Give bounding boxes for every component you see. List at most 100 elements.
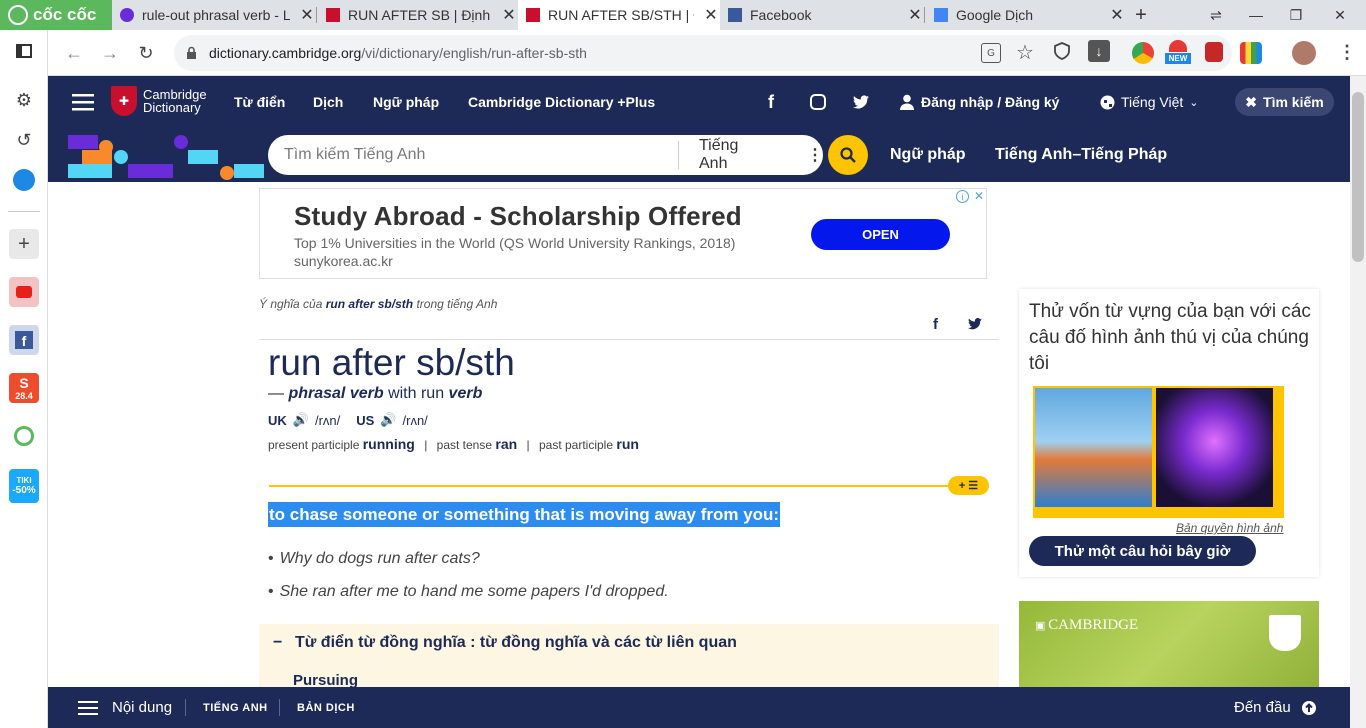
pos-label[interactable]: phrasal verb [288,385,383,402]
copyright-link[interactable]: Bản quyền hình ảnh [1176,521,1283,535]
coccoc-leaf-icon[interactable] [9,421,39,451]
close-tab-icon[interactable]: ✕ [906,5,924,25]
twitter-icon[interactable] [853,95,870,109]
new-ext-icon[interactable]: NEW [1165,40,1191,66]
messenger-icon[interactable] [9,165,39,195]
decorative-shapes [68,135,264,180]
search-submit-button[interactable] [828,135,868,175]
shield-icon[interactable] [1054,42,1070,60]
history-icon[interactable]: ↺ [9,125,39,155]
add-to-list-button[interactable]: + ☰ [948,476,989,495]
bullet: • [268,550,274,567]
menu-kebab-icon[interactable]: ⋮ [1338,42,1356,63]
url-bar[interactable]: dictionary.cambridge.org/vi/dictionary/e… [174,35,1232,71]
shopee-icon[interactable]: S 28.4 [9,373,39,403]
profile-avatar[interactable] [1292,41,1316,65]
login-label: Đăng nhập / Đăng ký [921,94,1060,110]
search-box: Tìm kiếm Tiếng Anh Tiếng Anh ⋮ [268,135,823,175]
translate-page-icon[interactable]: G [981,43,1001,63]
contents-button[interactable]: Nội dung [78,687,172,728]
dictionary-select[interactable]: Tiếng Anh ⋮ [678,137,823,172]
share-twitter-icon[interactable] [968,318,983,330]
shopee-badge: 28.4 [15,391,33,401]
browser-tab-5[interactable]: Google Dịch ✕ [926,0,1126,30]
nav-grammar[interactable]: Ngữ pháp [373,76,439,128]
ad-title[interactable]: Study Abroad - Scholarship Offered [294,201,742,232]
settings-gear-icon[interactable]: ⚙ [9,85,39,115]
nav-plus[interactable]: Cambridge Dictionary +Plus [468,76,655,128]
tiki-icon[interactable]: TIKI -50% [9,469,39,503]
color-grid-ext-icon[interactable] [1240,42,1262,64]
thesaurus-title[interactable]: Từ điển từ đồng nghĩa : từ đồng nghĩa và… [295,634,737,652]
sidebar-toggle-icon[interactable] [9,36,39,66]
new-tab-icon[interactable]: + [1126,0,1156,30]
download-icon[interactable]: ↓ [1088,40,1110,62]
back-to-top-button[interactable]: Đến đầu [1234,687,1317,728]
red-ext-icon[interactable] [1205,42,1223,62]
bookmark-star-icon[interactable]: ☆ [1016,40,1034,65]
browser-tab-3-active[interactable]: RUN AFTER SB/STH | Đị ✕ [518,0,720,30]
tab-search-icon[interactable]: ⇌ [1196,0,1236,30]
add-app-icon[interactable]: + [9,229,39,259]
forward-icon[interactable]: → [97,40,123,66]
ad-url: sunykorea.ac.kr [294,253,393,269]
youtube-icon[interactable] [9,277,39,307]
brand-label: cốc cốc [33,5,97,24]
waterslide-image[interactable] [1035,388,1152,507]
close-tab-icon[interactable]: ✕ [702,5,720,25]
new-badge: NEW [1165,53,1191,64]
thesaurus-panel: − Từ điển từ đồng nghĩa : từ đồng nghĩa … [259,624,999,694]
back-icon[interactable]: ← [61,40,87,66]
us-audio-speaker-icon[interactable]: 🔊 [380,412,396,428]
close-tab-icon[interactable]: ✕ [500,5,518,25]
example-item: • She ran after me to hand me some papers… [268,583,669,601]
search-toggle-button[interactable]: ✖ Tìm kiếm [1235,88,1334,116]
login-link[interactable]: Đăng nhập / Đăng ký [900,76,1059,128]
cambridge-crest-icon: ▣ [1035,620,1049,632]
coccoc-brand[interactable]: cốc cốc [0,0,112,30]
grammar-link[interactable]: Ngữ pháp [890,128,966,182]
maximize-icon[interactable]: ❐ [1276,0,1316,30]
reload-icon[interactable]: ↻ [133,40,159,66]
tab-english[interactable]: TIẾNG ANH [203,687,268,728]
cambridge-ad[interactable]: ▣ CAMBRIDGE [1019,601,1319,691]
tab-translation[interactable]: BẢN DỊCH [297,687,355,728]
us-label: US [356,412,375,428]
ad-banner[interactable]: Study Abroad - Scholarship Offered Top 1… [259,188,987,279]
close-tab-icon[interactable]: ✕ [298,5,316,25]
search-row: Tìm kiếm Tiếng Anh Tiếng Anh ⋮ Ngữ pháp … [48,128,1350,182]
tab-divider [924,7,925,23]
minimize-icon[interactable]: — [1236,0,1276,30]
cambridge-logo[interactable]: ✚ Cambridge Dictionary [111,86,207,116]
nav-translate[interactable]: Dịch [313,76,343,128]
site-header: ✚ Cambridge Dictionary Từ điển Dịch Ngữ p… [48,76,1350,128]
tab-title: RUN AFTER SB | Định ng [348,7,492,23]
ad-open-button[interactable]: OPEN [811,219,950,250]
ad-close-icon[interactable]: ✕ [972,189,986,203]
uk-audio-speaker-icon[interactable]: 🔊 [293,412,309,428]
carousel-image[interactable] [1156,388,1273,507]
search-input[interactable]: Tìm kiếm Tiếng Anh [268,146,678,164]
close-window-icon[interactable]: ✕ [1320,0,1360,30]
hamburger-icon[interactable] [72,93,94,111]
tiki-discount: -50% [12,485,36,496]
thesaurus-collapse-icon[interactable]: − [273,634,282,652]
nav-dictionary[interactable]: Từ điển [234,76,285,128]
close-tab-icon[interactable]: ✕ [1108,5,1126,25]
browser-tab-2[interactable]: RUN AFTER SB | Định ng ✕ [318,0,518,30]
browser-tab-1[interactable]: rule-out phrasal verb - L ✕ [112,0,316,30]
facebook-icon[interactable]: f [9,325,39,355]
example-item: • Why do dogs run after cats? [268,550,480,568]
scrollbar-thumb[interactable] [1352,92,1364,262]
facebook-icon[interactable]: f [768,76,774,128]
browser-tab-4[interactable]: Facebook ✕ [720,0,924,30]
language-select[interactable]: Tiếng Việt ⌄ [1100,76,1198,128]
chrome-ext-icon[interactable] [1132,42,1154,64]
instagram-icon[interactable] [810,94,826,110]
en-fr-link[interactable]: Tiếng Anh–Tiếng Pháp [995,128,1167,182]
globe-icon [1100,95,1115,110]
ad-info-icon[interactable]: i [956,190,969,203]
pos2-label[interactable]: verb [449,385,483,402]
quiz-start-button[interactable]: Thử một câu hỏi bây giờ [1029,536,1256,566]
share-facebook-icon[interactable]: f [933,316,938,333]
